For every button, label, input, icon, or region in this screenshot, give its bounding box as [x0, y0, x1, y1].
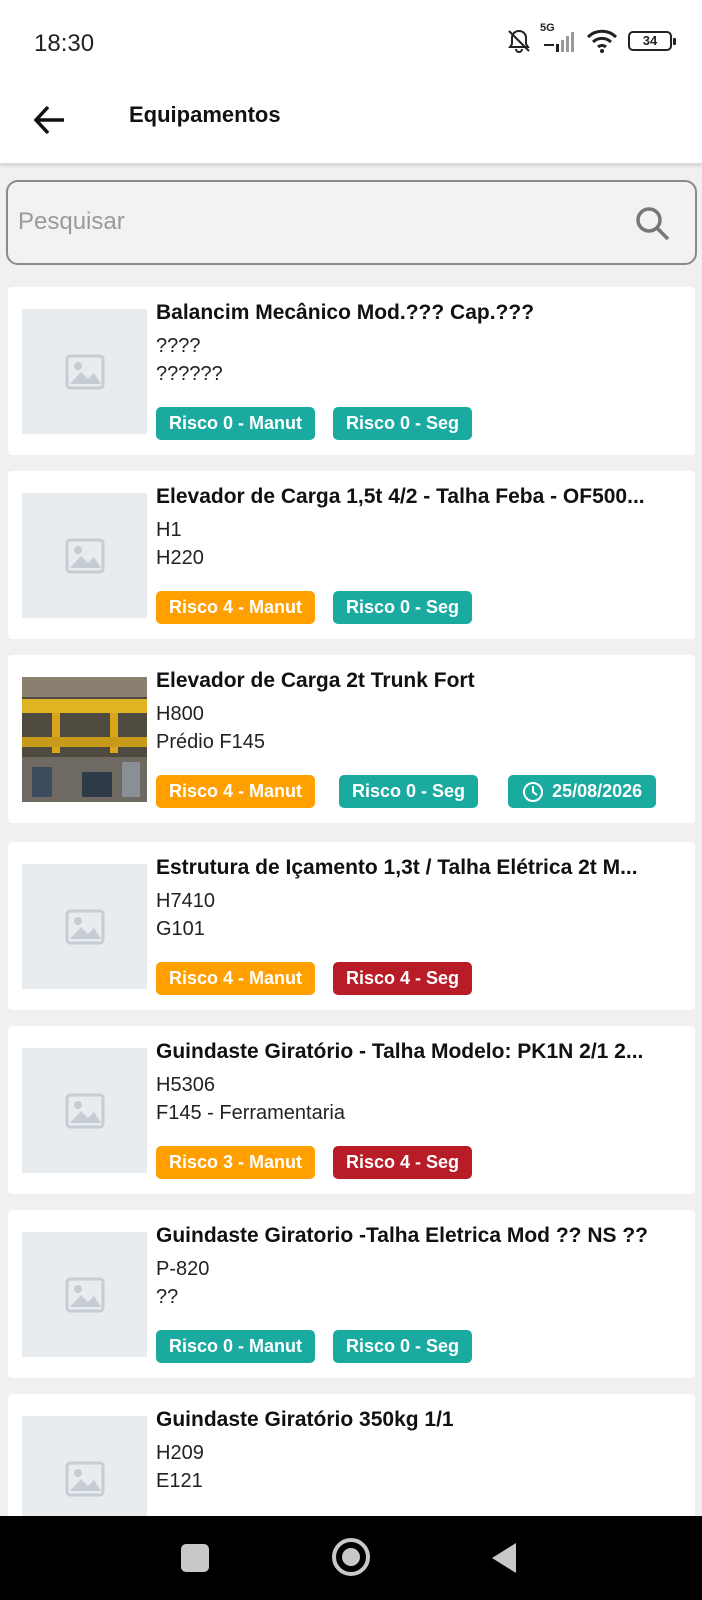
equipment-code: H5306 [156, 1074, 215, 1096]
equipment-title: Estrutura de Içamento 1,3t / Talha Elétr… [156, 856, 638, 879]
battery-icon: 34 [628, 31, 676, 51]
risk-manut-badge: Risco 4 - Manut [156, 775, 316, 808]
image-placeholder-icon [22, 309, 147, 434]
home-icon[interactable] [332, 1538, 370, 1576]
badge-row: Risco 3 - Manut Risco 4 - Seg [156, 1146, 473, 1179]
equipment-code: H800 [156, 703, 204, 725]
image-placeholder-icon [22, 493, 147, 618]
system-nav-bar [0, 1516, 702, 1600]
back-icon[interactable] [492, 1543, 516, 1573]
equipment-code: H1 [156, 519, 182, 541]
equipment-code: ???? [156, 335, 201, 357]
page-title: Equipamentos [129, 102, 281, 127]
risk-seg-badge: Risco 0 - Seg [339, 775, 479, 808]
equipment-title: Guindaste Giratório 350kg 1/1 [156, 1408, 454, 1431]
image-placeholder-icon [22, 1232, 147, 1357]
equipment-photo [22, 677, 147, 802]
risk-manut-badge: Risco 4 - Manut [156, 962, 316, 995]
search-input[interactable] [18, 200, 598, 244]
equipment-title: Elevador de Carga 2t Trunk Fort [156, 669, 475, 692]
risk-seg-badge: Risco 0 - Seg [333, 591, 473, 624]
risk-manut-badge: Risco 0 - Manut [156, 1330, 316, 1363]
equipment-card[interactable]: Balancim Mecânico Mod.??? Cap.??? ???? ?… [8, 287, 695, 455]
badge-row: Risco 4 - Manut Risco 0 - Seg [156, 591, 473, 624]
arrow-left-icon [33, 105, 64, 135]
wifi-icon [586, 28, 618, 54]
clock-icon [523, 781, 544, 802]
image-placeholder-icon [22, 864, 147, 989]
due-date-label: 25/08/2026 [552, 781, 643, 801]
status-time: 18:30 [34, 30, 95, 57]
risk-seg-badge: Risco 4 - Seg [333, 1146, 473, 1179]
equipment-location: E121 [156, 1470, 203, 1492]
equipment-title: Elevador de Carga 1,5t 4/2 - Talha Feba … [156, 485, 645, 508]
risk-seg-badge: Risco 0 - Seg [333, 407, 473, 440]
badge-row: Risco 0 - Manut Risco 0 - Seg [156, 407, 473, 440]
equipment-code: P-820 [156, 1258, 210, 1280]
equipment-location: H220 [156, 547, 204, 569]
equipment-location: F145 - Ferramentaria [156, 1102, 345, 1124]
signal-icon: 5G [540, 22, 576, 54]
equipment-title: Guindaste Giratorio -Talha Eletrica Mod … [156, 1224, 648, 1247]
equipment-location: Prédio F145 [156, 731, 265, 753]
badge-row: Risco 0 - Manut Risco 0 - Seg [156, 1330, 473, 1363]
risk-manut-badge: Risco 3 - Manut [156, 1146, 316, 1179]
risk-manut-badge: Risco 4 - Manut [156, 591, 316, 624]
badge-row: Risco 4 - Manut Risco 0 - Seg 25/08/2026 [156, 775, 657, 808]
screen: 18:30 5G 34 Equipamentos Pesquisar Balan… [0, 0, 702, 1600]
due-date-badge: 25/08/2026 [508, 775, 657, 808]
network-label: 5G [540, 22, 555, 34]
equipment-card[interactable]: Guindaste Giratorio -Talha Eletrica Mod … [8, 1210, 695, 1378]
status-bar: 18:30 5G 34 [0, 0, 702, 90]
image-placeholder-icon [22, 1048, 147, 1173]
risk-manut-badge: Risco 0 - Manut [156, 407, 316, 440]
equipment-card[interactable]: Guindaste Giratório - Talha Modelo: PK1N… [8, 1026, 695, 1194]
risk-seg-badge: Risco 4 - Seg [333, 962, 473, 995]
equipment-card[interactable]: Estrutura de Içamento 1,3t / Talha Elétr… [8, 842, 695, 1010]
back-button[interactable] [30, 100, 70, 140]
equipment-card[interactable]: Elevador de Carga 1,5t 4/2 - Talha Feba … [8, 471, 695, 639]
equipment-location: G101 [156, 918, 205, 940]
equipment-code: H209 [156, 1442, 204, 1464]
equipment-title: Balancim Mecânico Mod.??? Cap.??? [156, 301, 535, 324]
bell-off-icon [506, 28, 532, 54]
equipment-location: ?????? [156, 363, 223, 385]
equipment-card[interactable]: Elevador de Carga 2t Trunk Fort H800 Pré… [8, 655, 695, 823]
badge-row: Risco 4 - Manut Risco 4 - Seg [156, 962, 473, 995]
equipment-code: H7410 [156, 890, 215, 912]
equipment-location: ?? [156, 1286, 179, 1308]
risk-seg-badge: Risco 0 - Seg [333, 1330, 473, 1363]
recent-apps-icon[interactable] [181, 1544, 209, 1572]
search-box[interactable] [6, 180, 697, 265]
search-icon[interactable] [633, 204, 673, 244]
equipment-title: Guindaste Giratório - Talha Modelo: PK1N… [156, 1040, 644, 1063]
status-icons: 5G 34 [506, 22, 676, 54]
app-bar: Equipamentos [0, 90, 702, 164]
